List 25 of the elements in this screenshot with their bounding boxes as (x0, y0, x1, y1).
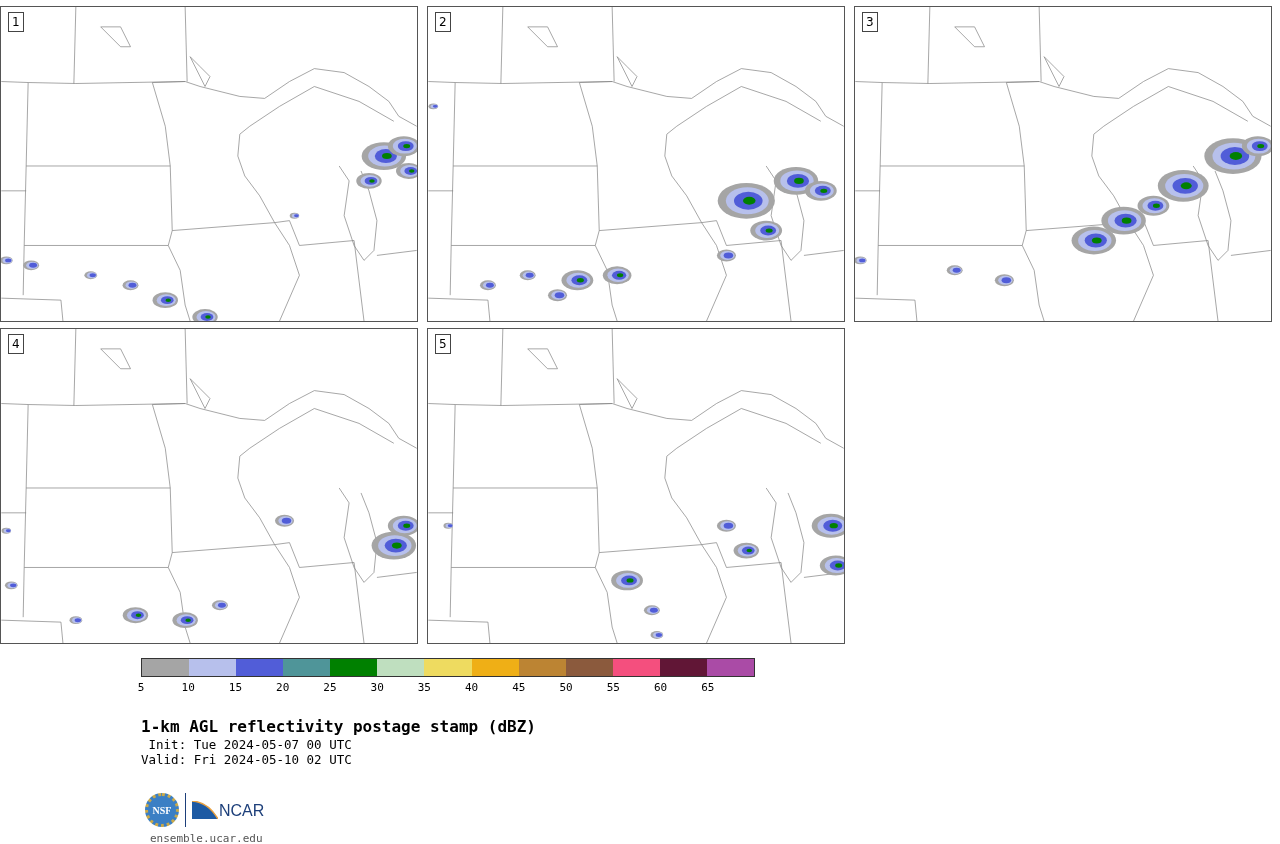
panel-number: 2 (435, 12, 451, 32)
tick-label: 55 (606, 681, 620, 694)
valid-time: Valid: Fri 2024-05-10 02 UTC (141, 752, 352, 767)
tick-label: 5 (137, 681, 145, 694)
ncar-logo: NCAR (192, 801, 265, 819)
tick-label: 50 (559, 681, 573, 694)
panel-number: 1 (8, 12, 24, 32)
swoosh-icon (192, 801, 218, 819)
panel-number: 3 (862, 12, 878, 32)
tick-label: 60 (653, 681, 668, 694)
tick-label: 65 (701, 681, 715, 694)
tick-label: 20 (276, 681, 290, 694)
panel-number: 4 (8, 334, 24, 354)
nsf-logo: NSF (145, 793, 179, 827)
tick-label: 40 (465, 681, 479, 694)
tick-label: 15 (228, 681, 243, 694)
tick-label: 35 (417, 681, 431, 694)
tick-label: 25 (323, 681, 337, 694)
website-url: ensemble.ucar.edu (150, 831, 264, 844)
init-time: Init: Tue 2024-05-07 00 UTC (147, 737, 352, 752)
chart-title: 1-km AGL reflectivity postage stamp (dBZ) (141, 717, 536, 737)
tick-label: 45 (512, 681, 526, 694)
tick-label: 30 (370, 681, 384, 694)
panel-number: 5 (435, 334, 451, 354)
tick-label: 10 (181, 681, 195, 694)
